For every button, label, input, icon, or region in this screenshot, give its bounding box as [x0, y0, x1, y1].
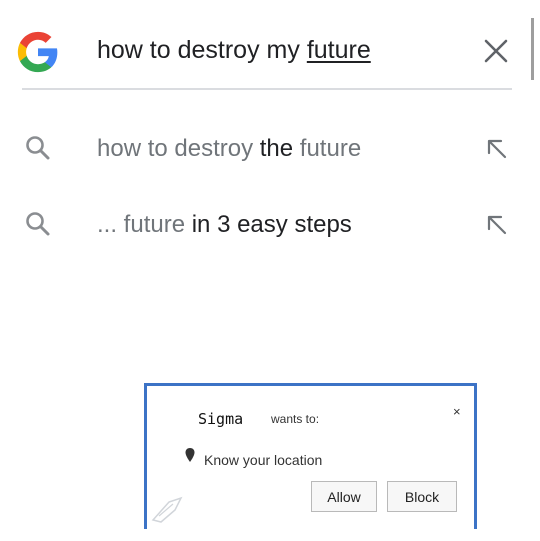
scrollbar[interactable]: [531, 18, 534, 80]
suggestion-text-part: future: [293, 135, 362, 162]
close-icon[interactable]: [483, 38, 509, 64]
watermark-logo-icon: [151, 496, 183, 523]
location-permission-popup: Sigma wants to: × Know your location All…: [144, 383, 477, 529]
suggestion-item[interactable]: how to destroy the future: [0, 121, 540, 177]
arrow-up-left-icon[interactable]: [484, 212, 510, 238]
permission-text: Know your location: [204, 452, 323, 468]
block-button[interactable]: Block: [387, 481, 457, 512]
search-icon: [26, 136, 50, 160]
suggestion-text-part: in 3 easy steps: [191, 211, 352, 238]
location-pin-icon: [185, 448, 195, 462]
divider: [22, 88, 512, 90]
query-prefix: how to destroy my: [97, 36, 307, 64]
suggestion-text: how to destroy the future: [97, 135, 361, 163]
arrow-up-left-icon[interactable]: [484, 136, 510, 162]
search-bar[interactable]: how to destroy my future: [0, 0, 540, 92]
allow-button[interactable]: Allow: [311, 481, 377, 512]
popup-site-name: Sigma: [198, 410, 244, 428]
suggestion-text-part: how to destroy: [97, 135, 260, 162]
popup-wants-to: wants to:: [271, 412, 320, 426]
suggestion-text-part: the: [259, 135, 294, 162]
google-g-logo: [17, 31, 58, 73]
query-underlined-word: future: [306, 36, 371, 64]
suggestion-item[interactable]: ... future in 3 easy steps: [0, 197, 540, 253]
search-input[interactable]: how to destroy my future: [97, 36, 371, 65]
suggestion-text: ... future in 3 easy steps: [97, 211, 352, 239]
search-icon: [26, 212, 50, 236]
suggestion-text-part: ... future: [97, 211, 192, 238]
popup-close-button[interactable]: ×: [453, 404, 461, 419]
